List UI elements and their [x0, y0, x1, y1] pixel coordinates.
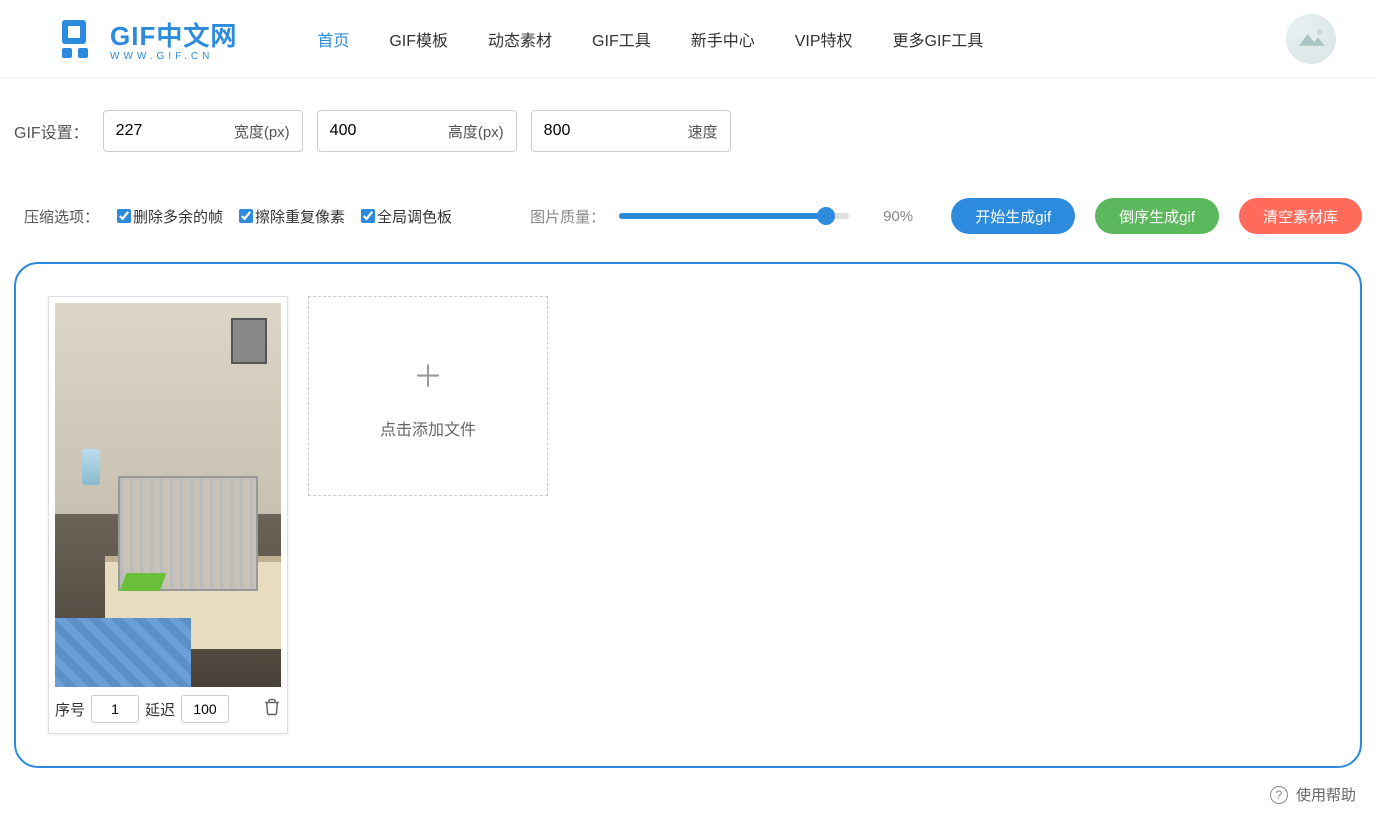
- width-input[interactable]: [116, 122, 234, 140]
- frame-controls: 序号 延迟: [55, 687, 281, 727]
- gif-settings-row: GIF设置： 宽度(px) 高度(px) 速度: [0, 78, 1376, 152]
- width-input-group: 宽度(px): [103, 110, 303, 152]
- nav-newbie[interactable]: 新手中心: [691, 27, 755, 51]
- workspace: 序号 延迟 ＋ 点击添加文件: [14, 262, 1362, 768]
- settings-label: GIF设置：: [14, 119, 89, 143]
- nav-more[interactable]: 更多GIF工具: [893, 27, 984, 51]
- plus-icon: ＋: [413, 352, 443, 396]
- compress-label: 压缩选项：: [24, 206, 99, 227]
- checkbox-global-palette[interactable]: 全局调色板: [361, 206, 452, 227]
- delay-label: 延迟: [145, 699, 175, 720]
- help-link[interactable]: 使用帮助: [1296, 784, 1356, 805]
- width-suffix: 宽度(px): [234, 121, 290, 142]
- nav-home[interactable]: 首页: [317, 27, 349, 51]
- generate-button[interactable]: 开始生成gif: [951, 198, 1075, 234]
- speed-input-group: 速度: [531, 110, 731, 152]
- logo-text-main: GIF中文网: [110, 16, 237, 53]
- checkbox-group: 删除多余的帧 擦除重复像素 全局调色板: [117, 206, 452, 227]
- clear-button[interactable]: 清空素材库: [1239, 198, 1362, 234]
- checkbox-remove-frames-input[interactable]: [117, 209, 131, 223]
- action-buttons: 开始生成gif 倒序生成gif 清空素材库: [951, 198, 1362, 234]
- quality-slider[interactable]: [619, 206, 849, 226]
- checkbox-global-palette-input[interactable]: [361, 209, 375, 223]
- quality-value: 90%: [883, 208, 913, 225]
- quality-label: 图片质量：: [530, 206, 605, 227]
- delay-input[interactable]: [181, 695, 229, 723]
- options-row: 压缩选项： 删除多余的帧 擦除重复像素 全局调色板 图片质量： 90% 开始生成…: [0, 152, 1376, 234]
- order-label: 序号: [55, 699, 85, 720]
- height-input-group: 高度(px): [317, 110, 517, 152]
- checkbox-erase-dup-input[interactable]: [239, 209, 253, 223]
- nav-material[interactable]: 动态素材: [488, 27, 552, 51]
- checkbox-erase-dup[interactable]: 擦除重复像素: [239, 206, 345, 227]
- footer: ? 使用帮助: [0, 778, 1376, 815]
- quality-block: 图片质量： 90%: [530, 206, 913, 227]
- nav: 首页 GIF模板 动态素材 GIF工具 新手中心 VIP特权 更多GIF工具: [317, 27, 1286, 51]
- slider-thumb[interactable]: [817, 207, 835, 225]
- height-suffix: 高度(px): [448, 121, 504, 142]
- frame-thumbnail[interactable]: [55, 303, 281, 687]
- height-input[interactable]: [330, 122, 448, 140]
- add-file-label: 点击添加文件: [380, 416, 476, 440]
- logo-icon: [60, 18, 102, 60]
- checkbox-remove-frames[interactable]: 删除多余的帧: [117, 206, 223, 227]
- speed-input[interactable]: [544, 122, 688, 140]
- nav-tools[interactable]: GIF工具: [592, 27, 651, 51]
- trash-icon[interactable]: [263, 698, 281, 720]
- add-file-card[interactable]: ＋ 点击添加文件: [308, 296, 548, 496]
- help-icon[interactable]: ?: [1270, 786, 1288, 804]
- nav-vip[interactable]: VIP特权: [795, 27, 853, 51]
- frame-card: 序号 延迟: [48, 296, 288, 734]
- reverse-button[interactable]: 倒序生成gif: [1095, 198, 1219, 234]
- logo[interactable]: GIF中文网 WWW.GIF.CN: [60, 16, 237, 62]
- header: GIF中文网 WWW.GIF.CN 首页 GIF模板 动态素材 GIF工具 新手…: [0, 0, 1376, 78]
- nav-template[interactable]: GIF模板: [389, 27, 448, 51]
- speed-suffix: 速度: [688, 121, 718, 142]
- order-input[interactable]: [91, 695, 139, 723]
- avatar[interactable]: [1286, 14, 1336, 64]
